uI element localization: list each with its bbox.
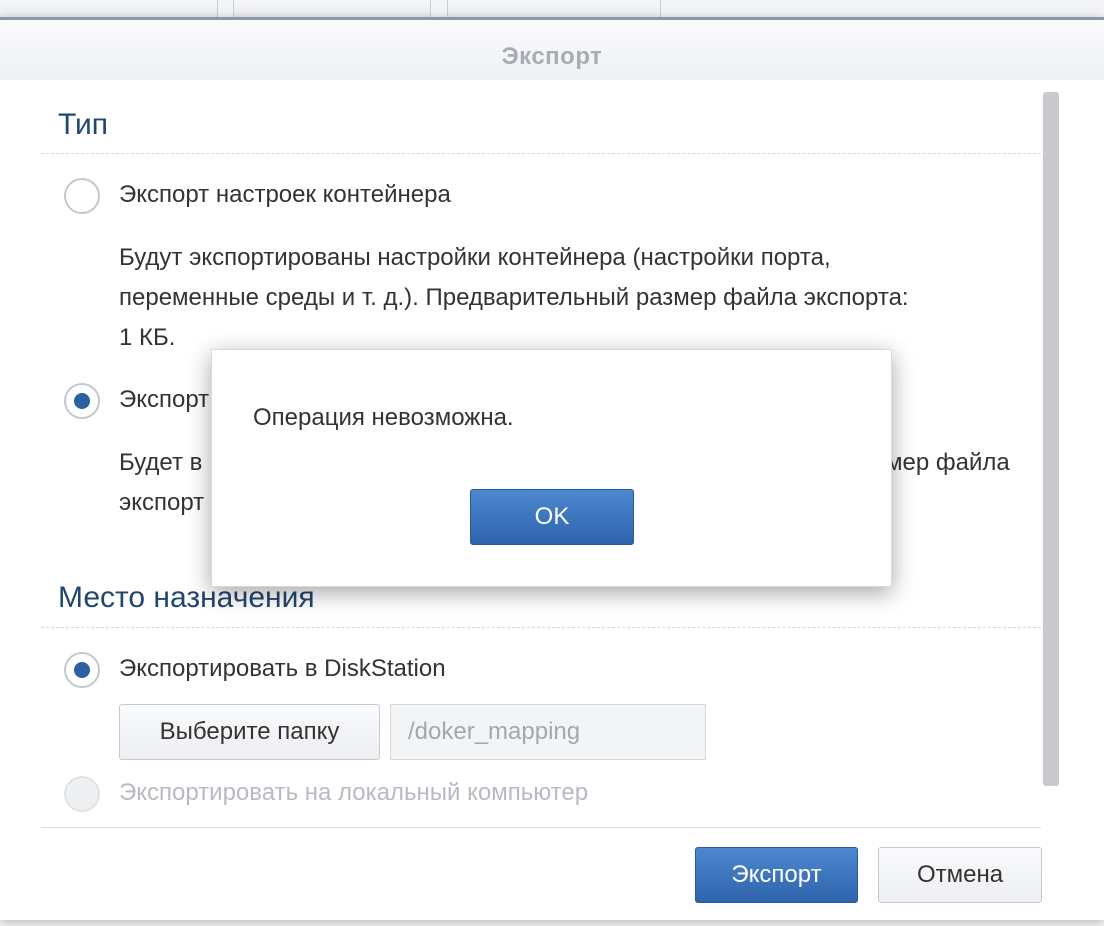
destination-section-divider [41, 627, 1041, 628]
radio-export-diskstation[interactable] [64, 652, 100, 688]
window-title: Экспорт [501, 43, 603, 70]
background-toolbar-button [233, 0, 431, 18]
option-export-container-description-2: экспорт [119, 489, 205, 516]
option-export-settings-description-3: 1 КБ. [119, 324, 176, 351]
option-export-diskstation-label[interactable]: Экспортировать в DiskStation [119, 655, 446, 683]
option-export-container-description-fragment: мер файла [886, 449, 1010, 476]
background-toolbar-button [0, 0, 218, 18]
radio-export-settings[interactable] [64, 178, 100, 214]
export-button[interactable]: Экспорт [695, 847, 858, 903]
type-section-divider [41, 153, 1041, 154]
alert-ok-button[interactable]: OK [470, 489, 634, 545]
folder-path-field[interactable]: /doker_mapping [390, 704, 706, 760]
radio-export-local[interactable] [64, 776, 100, 812]
option-export-settings-description-2: переменные среды и т. д.). Предварительн… [119, 284, 909, 311]
window-header: Экспорт [0, 20, 1104, 80]
option-export-local-label[interactable]: Экспортировать на локальный компьютер [119, 779, 588, 807]
choose-folder-button[interactable]: Выберите папку [119, 704, 380, 760]
option-export-container-description-1: Будет в [119, 449, 203, 476]
scrollbar[interactable] [1043, 92, 1059, 786]
alert-dialog: Операция невозможна. OK [211, 349, 892, 587]
radio-export-container[interactable] [64, 383, 100, 419]
option-export-container-label[interactable]: Экспорт [119, 386, 209, 414]
option-export-settings-description-1: Будут экспортированы настройки контейнер… [119, 244, 831, 271]
footer-divider [41, 827, 1041, 828]
alert-message: Операция невозможна. [253, 404, 514, 431]
cancel-button[interactable]: Отмена [878, 847, 1042, 903]
background-toolbar-button [447, 0, 661, 18]
type-section-title: Тип [58, 108, 109, 141]
option-export-settings-label[interactable]: Экспорт настроек контейнера [119, 181, 451, 209]
